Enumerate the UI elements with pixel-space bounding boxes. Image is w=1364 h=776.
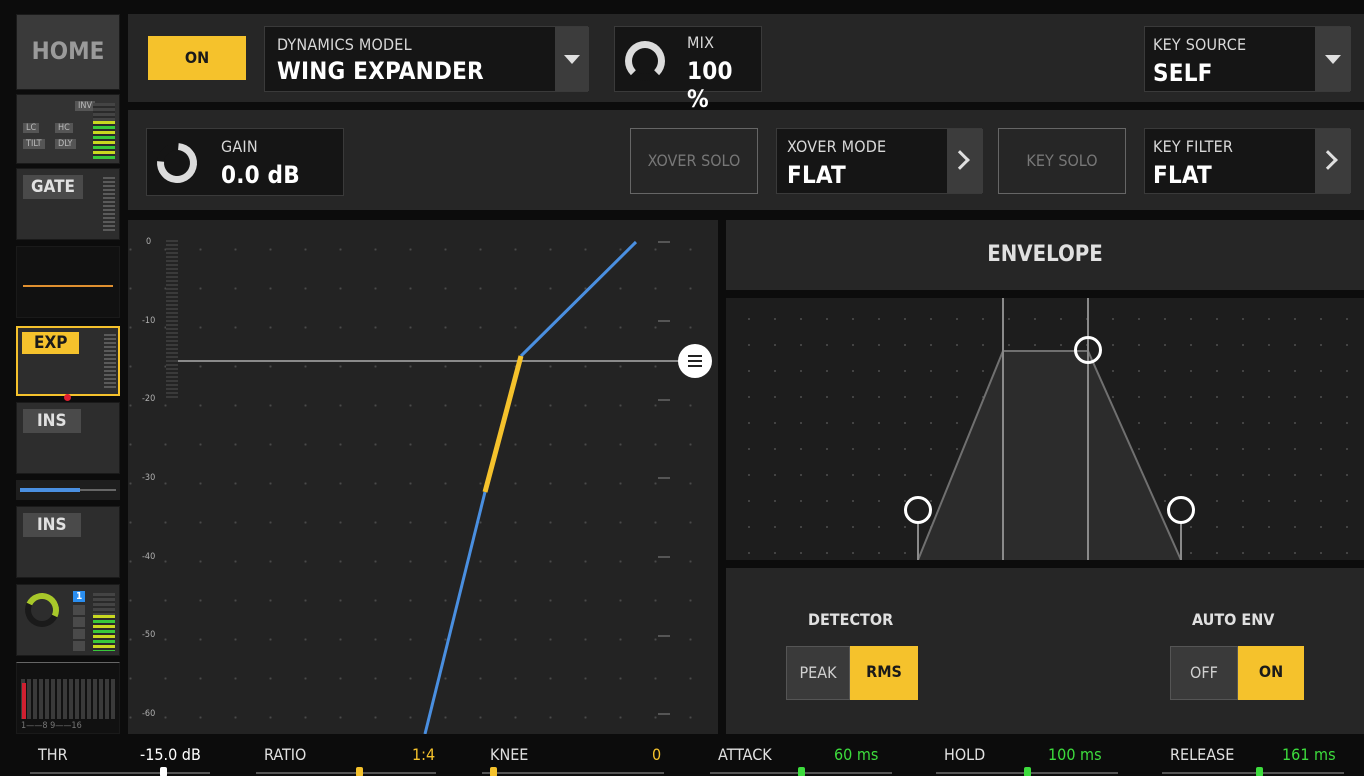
key-filter-next-button[interactable]: [1315, 129, 1351, 193]
detector-peak-button[interactable]: PEAK: [786, 646, 850, 700]
auto-env-on-button[interactable]: ON: [1238, 646, 1304, 700]
curve-lower-segment: [423, 491, 487, 734]
multi-meter: 1——8 9——16: [16, 662, 120, 734]
insert-1-tile[interactable]: INS: [16, 402, 120, 474]
on-button[interactable]: ON: [148, 36, 246, 80]
thr-slider[interactable]: [30, 772, 210, 774]
hold-value[interactable]: 100 ms: [1048, 745, 1102, 764]
gain-knob-icon: [148, 134, 206, 192]
ratio-value[interactable]: 1:4: [412, 745, 435, 764]
auto-env-off-button[interactable]: OFF: [1170, 646, 1238, 700]
gain-control[interactable]: GAIN 0.0 dB: [146, 128, 344, 196]
bus-badge: 1: [73, 591, 86, 602]
thr-value[interactable]: -15.0 dB: [140, 745, 201, 764]
hold-label: HOLD: [944, 745, 986, 764]
transfer-curve-graph[interactable]: 0 -10 -20 -30 -40 -50 -60: [128, 220, 718, 734]
thr-label: THR: [38, 745, 68, 764]
release-slider-knob[interactable]: [1256, 767, 1263, 776]
release-value[interactable]: 161 ms: [1282, 745, 1336, 764]
envelope-graph[interactable]: [726, 298, 1364, 560]
key-solo-button[interactable]: KEY SOLO: [998, 128, 1126, 194]
knee-slider[interactable]: [482, 772, 664, 774]
ratio-label: RATIO: [264, 745, 307, 764]
dly-tag: DLY: [55, 139, 76, 149]
knee-value[interactable]: 0: [652, 745, 661, 764]
key-filter-select[interactable]: KEY FILTER FLAT: [1144, 128, 1351, 194]
attack-slider-knob[interactable]: [798, 767, 805, 776]
chevron-down-icon: [1325, 55, 1341, 64]
gate-meter: [103, 177, 115, 233]
knee-segment: [482, 355, 524, 493]
release-label: RELEASE: [1170, 745, 1235, 764]
hold-slider-knob[interactable]: [1024, 767, 1031, 776]
pan-knob-icon: [20, 588, 64, 632]
gate-tile[interactable]: GATE: [16, 168, 120, 240]
tilt-tag: TILT: [23, 139, 45, 149]
knee-slider-knob[interactable]: [490, 767, 497, 776]
chevron-down-icon: [564, 55, 580, 64]
knee-label: KNEE: [490, 745, 529, 764]
eq-tile[interactable]: [16, 246, 120, 318]
inv-tag: INV: [75, 101, 95, 111]
hold-handle[interactable]: [1074, 336, 1102, 364]
bus-tile[interactable]: 1: [16, 584, 120, 656]
transfer-curve-svg: [178, 240, 696, 734]
mix-control[interactable]: MIX 100 %: [614, 26, 762, 113]
thr-slider-knob[interactable]: [160, 767, 167, 776]
xover-solo-button[interactable]: XOVER SOLO: [630, 128, 758, 194]
threshold-handle[interactable]: [678, 344, 712, 378]
level-meter-active: [93, 121, 115, 159]
chevron-right-icon: [1318, 150, 1338, 170]
detector-rms-button[interactable]: RMS: [850, 646, 918, 700]
exp-tile[interactable]: EXP: [16, 326, 120, 401]
xover-mode-next-button[interactable]: [947, 129, 983, 193]
key-source-select[interactable]: KEY SOURCE SELF: [1144, 26, 1351, 92]
exp-indicator-dot: [64, 394, 71, 401]
chevron-right-icon: [950, 150, 970, 170]
xover-mode-select[interactable]: XOVER MODE FLAT: [776, 128, 983, 194]
envelope-shape-svg: [917, 298, 1182, 560]
lc-tag: LC: [23, 123, 40, 133]
filter-tile[interactable]: INV LC HC TILT DLY: [16, 94, 120, 164]
attack-handle[interactable]: [904, 496, 932, 524]
send-slider[interactable]: [16, 480, 120, 500]
envelope-title-bar: ENVELOPE: [726, 220, 1364, 290]
exp-meter: [104, 334, 116, 390]
ratio-slider[interactable]: [256, 772, 436, 774]
eq-curve-line: [23, 285, 113, 287]
release-slider[interactable]: [1162, 772, 1344, 774]
envelope-fill: [918, 351, 1181, 560]
detector-panel: DETECTOR PEAK RMS AUTO ENV OFF ON: [726, 568, 1364, 734]
key-source-dropdown-button[interactable]: [1315, 27, 1351, 91]
attack-value[interactable]: 60 ms: [834, 745, 878, 764]
right-tick-marks: [658, 241, 670, 715]
mix-knob-icon: [625, 41, 665, 81]
curve-upper-segment: [519, 240, 638, 358]
hc-tag: HC: [55, 123, 73, 133]
attack-label: ATTACK: [718, 745, 772, 764]
insert-2-tile[interactable]: INS: [16, 506, 120, 578]
ratio-slider-knob[interactable]: [356, 767, 363, 776]
model-dropdown-button[interactable]: [555, 27, 589, 91]
dynamics-model-select[interactable]: DYNAMICS MODEL WING EXPANDER: [264, 26, 589, 92]
release-handle[interactable]: [1167, 496, 1195, 524]
home-button[interactable]: HOME: [16, 14, 120, 90]
